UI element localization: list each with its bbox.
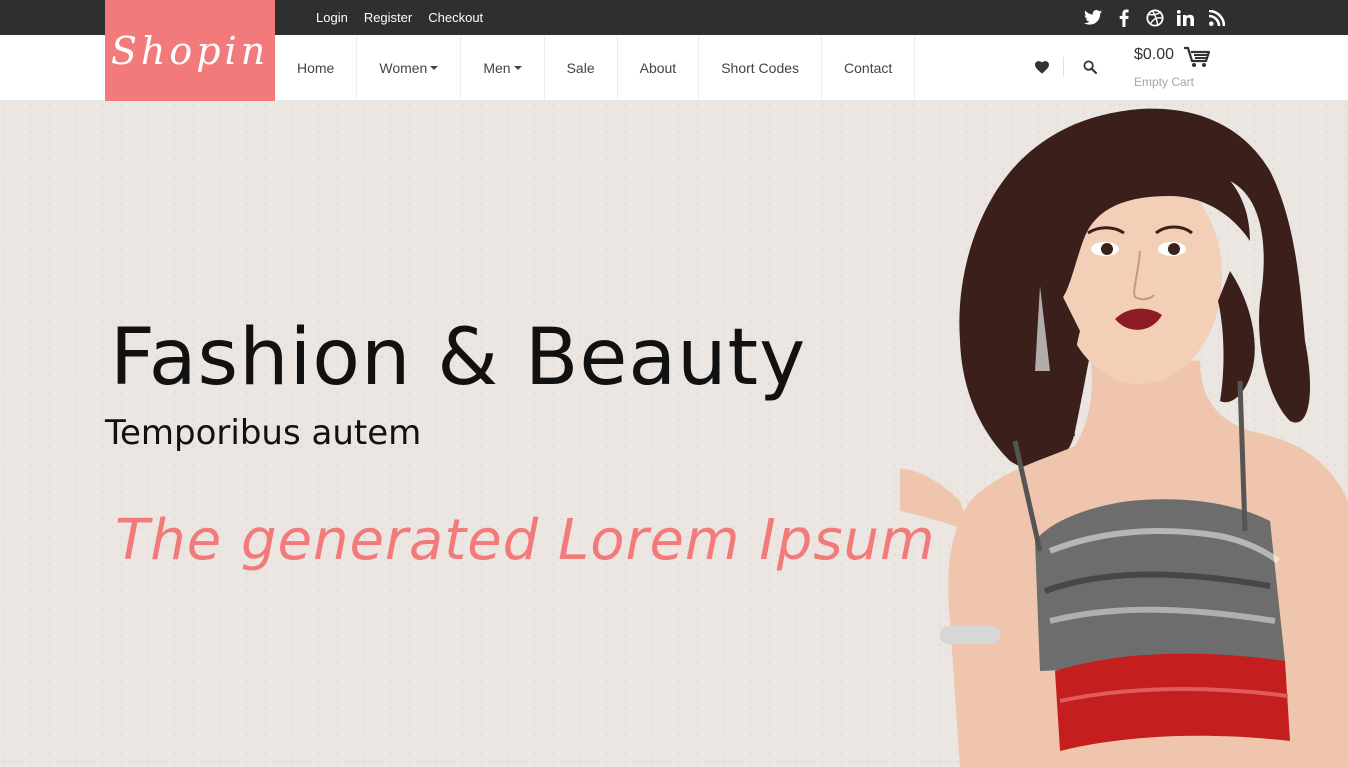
cart-icon[interactable] xyxy=(1183,46,1211,68)
nav-item-label: Home xyxy=(297,60,335,76)
nav-item-sale[interactable]: Sale xyxy=(545,35,618,101)
caret-down-icon xyxy=(430,66,439,70)
nav-item-men[interactable]: Men xyxy=(461,35,545,101)
rss-icon[interactable] xyxy=(1207,8,1226,27)
cart-total[interactable]: $0.00 xyxy=(1134,46,1174,64)
nav-item-short-codes[interactable]: Short Codes xyxy=(699,35,823,101)
nav-item-contact[interactable]: Contact xyxy=(822,35,916,101)
logo[interactable]: Shopin xyxy=(105,0,275,101)
checkout-link[interactable]: Checkout xyxy=(428,10,483,25)
main-nav: Home Women Men Sale About Short Codes Co… xyxy=(275,35,916,101)
search-icon[interactable] xyxy=(1081,58,1099,76)
nav-item-label: Sale xyxy=(566,60,595,76)
nav-item-label: Men xyxy=(483,60,511,76)
social-links xyxy=(1083,0,1226,35)
header-divider xyxy=(1063,57,1064,77)
facebook-icon[interactable] xyxy=(1114,8,1133,27)
hero-title: Fashion & Beauty xyxy=(110,313,807,403)
logo-text: Shopin xyxy=(110,28,270,73)
account-links: Login Register Checkout xyxy=(316,0,499,35)
cart-status: Empty Cart xyxy=(1134,75,1195,89)
nav-item-about[interactable]: About xyxy=(618,35,700,101)
dribbble-icon[interactable] xyxy=(1145,8,1164,27)
model-image xyxy=(900,108,1348,767)
nav-item-label: Contact xyxy=(844,60,893,76)
register-link[interactable]: Register xyxy=(364,10,412,25)
linkedin-icon[interactable] xyxy=(1176,8,1195,27)
twitter-icon[interactable] xyxy=(1083,8,1102,27)
nav-item-home[interactable]: Home xyxy=(275,35,358,101)
heart-icon[interactable] xyxy=(1033,58,1051,76)
login-link[interactable]: Login xyxy=(316,10,348,25)
hero-subtitle: Temporibus autem xyxy=(105,413,422,453)
nav-item-label: Women xyxy=(379,60,428,76)
nav-item-label: Short Codes xyxy=(721,60,800,76)
hero-banner: Fashion & Beauty Temporibus autem The ge… xyxy=(0,101,1348,767)
nav-item-women[interactable]: Women xyxy=(357,35,462,101)
hero-tagline: The generated Lorem Ipsum xyxy=(115,508,936,573)
caret-down-icon xyxy=(513,66,522,70)
nav-item-label: About xyxy=(639,60,677,76)
